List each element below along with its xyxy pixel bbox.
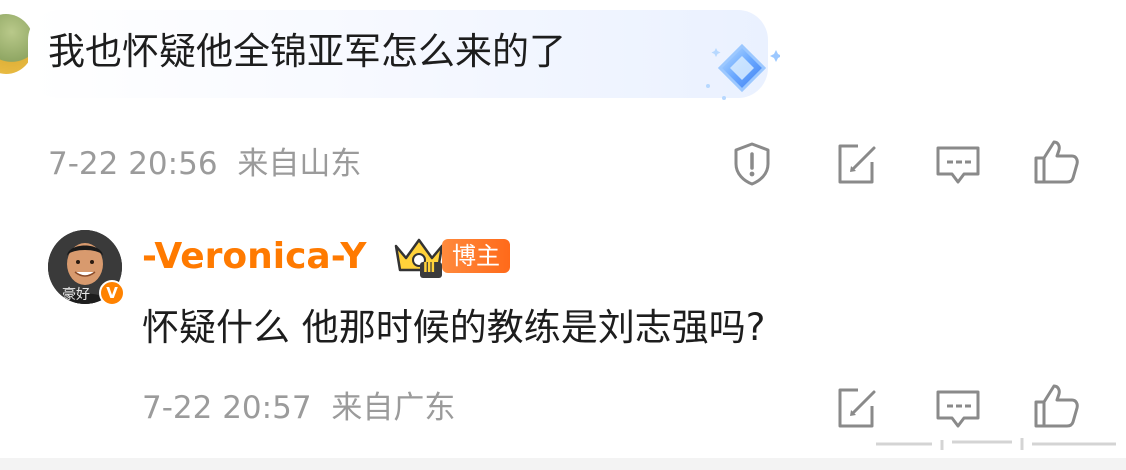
reply-text: 怀疑什么 他那时候的教练是刘志强吗? <box>142 306 766 349</box>
reply-comment-icon[interactable] <box>934 384 982 432</box>
diamond-sticker-icon <box>680 40 782 102</box>
reply-username[interactable]: -Veronica-Y <box>142 236 366 278</box>
verified-badge-icon: V <box>99 280 125 306</box>
reply-time: 7-22 20:57 <box>142 390 312 426</box>
crown-level-label: Ⅲ <box>423 261 436 276</box>
like-icon[interactable] <box>1032 138 1080 186</box>
report-icon[interactable] <box>728 140 776 188</box>
watermark <box>872 432 1120 454</box>
blogger-badge: 博主 <box>442 239 510 273</box>
reply-like-icon[interactable] <box>1032 382 1080 430</box>
bottom-divider <box>0 458 1126 470</box>
comment-icon[interactable] <box>934 140 982 188</box>
avatar-caption: 豪好 <box>62 287 90 303</box>
comment-meta: 7-22 20:56 来自山东 <box>48 146 361 182</box>
reply-repost-icon[interactable] <box>832 384 880 432</box>
crown-level-icon[interactable]: Ⅲ <box>392 234 446 280</box>
comment-location: 来自山东 <box>237 146 362 182</box>
reply-location: 来自广东 <box>331 390 456 426</box>
repost-icon[interactable] <box>832 140 880 188</box>
comment-time: 7-22 20:56 <box>48 146 218 182</box>
comment-text: 我也怀疑他全锦亚军怎么来的了 <box>48 30 566 73</box>
reply-meta: 7-22 20:57 来自广东 <box>142 390 455 426</box>
